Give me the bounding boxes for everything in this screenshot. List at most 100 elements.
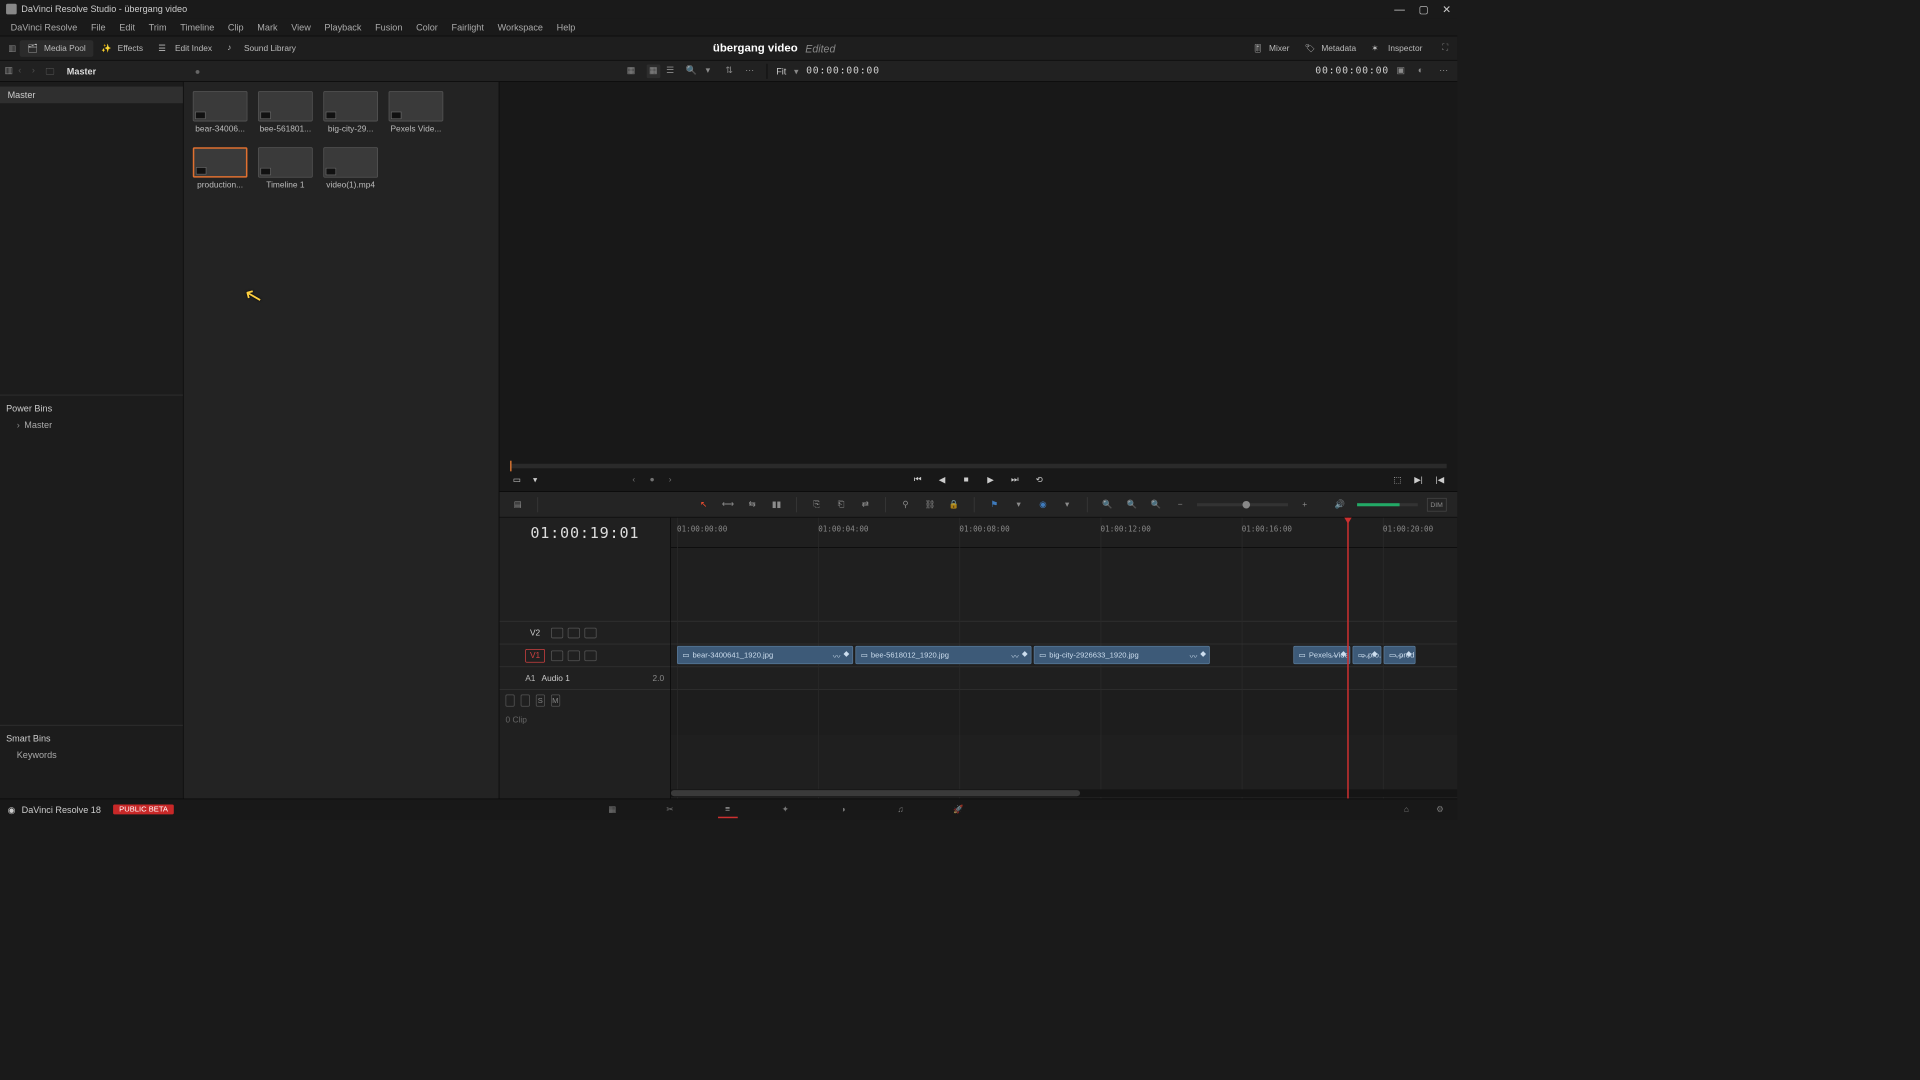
clip-thumbnail[interactable] (323, 91, 378, 121)
match-frame-icon[interactable]: ● (645, 473, 659, 487)
clip-thumbnail[interactable] (258, 91, 313, 121)
timeline-view-options-icon[interactable]: ▤ (510, 498, 525, 512)
loop-button[interactable]: ⟲ (1032, 473, 1046, 487)
page-edit-icon[interactable]: ≡ (718, 801, 738, 818)
more-icon[interactable]: ⋯ (745, 64, 759, 78)
clip-item[interactable]: bee-561801... (258, 91, 313, 134)
sound-library-button[interactable]: ♪ Sound Library (220, 40, 304, 57)
menu-playback[interactable]: Playback (318, 22, 367, 33)
flag-icon[interactable]: ⚑ (987, 498, 1002, 512)
dynamic-trim-icon[interactable]: ⇆ (745, 498, 760, 512)
play-button[interactable]: ▶ (984, 473, 998, 487)
first-frame-button[interactable]: ⏮ (911, 473, 925, 487)
playhead[interactable] (1347, 518, 1349, 799)
play-reverse-button[interactable]: ◀ (935, 473, 949, 487)
selection-tool-icon[interactable]: ↖ (696, 498, 711, 512)
v1-lock-icon[interactable] (551, 650, 563, 661)
menu-davinci[interactable]: DaVinci Resolve (5, 22, 84, 33)
zoom-full-icon[interactable]: 🔍 (1124, 498, 1139, 512)
v1-lane[interactable]: ▭bear-3400641_1920.jpg〰◆▭bee-5618012_192… (671, 644, 1457, 667)
clip-item[interactable]: Timeline 1 (258, 147, 313, 190)
clip-item[interactable]: production... (193, 147, 248, 190)
effects-button[interactable]: ✨ Effects (93, 40, 150, 57)
project-settings-icon[interactable]: ⚙ (1430, 801, 1450, 818)
menu-color[interactable]: Color (410, 22, 444, 33)
menu-fairlight[interactable]: Fairlight (445, 22, 490, 33)
menu-fusion[interactable]: Fusion (369, 22, 408, 33)
menu-file[interactable]: File (85, 22, 112, 33)
in-out-next-icon[interactable]: ▶| (1412, 473, 1426, 487)
viewer-more-icon[interactable]: ⋯ (1439, 64, 1453, 78)
zoom-in-icon[interactable]: + (1297, 498, 1312, 512)
power-bins-title[interactable]: Power Bins (6, 400, 177, 417)
stop-button[interactable]: ■ (959, 473, 973, 487)
next-edit-icon[interactable]: › (663, 473, 677, 487)
clip-item[interactable]: Pexels Vide... (389, 91, 444, 134)
viewer-fit-dropdown-icon[interactable]: ▾ (794, 66, 799, 77)
marker-dropdown-icon[interactable]: ▾ (1060, 498, 1075, 512)
v1-disable-icon[interactable] (584, 650, 596, 661)
minimize-button[interactable]: — (1394, 3, 1405, 16)
viewer-mode-dropdown-icon[interactable]: ▾ (528, 473, 542, 487)
clip-item[interactable]: big-city-29... (323, 91, 378, 134)
media-pool-grid[interactable]: bear-34006...bee-561801...big-city-29...… (184, 82, 500, 798)
menu-mark[interactable]: Mark (251, 22, 283, 33)
timeline-clip[interactable]: ▭Pexels Vide...〰◆ (1293, 646, 1350, 664)
v1-auto-icon[interactable] (568, 650, 580, 661)
clip-thumbnail[interactable] (323, 147, 378, 177)
overwrite-clip-icon[interactable]: ⎗ (833, 498, 848, 512)
search-dropdown-icon[interactable]: ▾ (706, 64, 720, 78)
blade-tool-icon[interactable]: ▮▮ (769, 498, 784, 512)
menu-edit[interactable]: Edit (113, 22, 141, 33)
track-header-v2[interactable]: V2 (499, 621, 670, 644)
timeline-clip[interactable]: ▭prod...〰◆ (1384, 646, 1416, 664)
search-icon[interactable]: 🔍 (686, 64, 700, 78)
last-frame-button[interactable]: ⏭ (1008, 473, 1022, 487)
timeline-clip[interactable]: ▭pro...〰◆ (1353, 646, 1382, 664)
in-out-prev-icon[interactable]: |◀ (1433, 473, 1447, 487)
volume-slider[interactable] (1357, 503, 1418, 506)
viewer-fit-label[interactable]: Fit (776, 66, 786, 77)
timeline-timecode[interactable]: 01:00:19:01 (499, 518, 670, 548)
track-label-v1[interactable]: V1 (525, 649, 545, 663)
lock-icon[interactable]: 🔒 (946, 498, 961, 512)
nav-fwd-icon[interactable]: › (32, 64, 46, 78)
link-icon[interactable]: ⛓ (922, 498, 937, 512)
page-fairlight-icon[interactable]: ♫ (891, 801, 911, 818)
timeline-clip[interactable]: ▭bee-5618012_1920.jpg〰◆ (855, 646, 1031, 664)
bin-master[interactable]: Master (0, 87, 183, 104)
sort-icon[interactable]: ⇅ (725, 64, 739, 78)
replace-clip-icon[interactable]: ⇄ (858, 498, 873, 512)
edit-index-button[interactable]: ☰ Edit Index (151, 40, 220, 57)
maximize-button[interactable]: ▢ (1419, 3, 1429, 16)
page-media-icon[interactable]: ▦ (602, 801, 622, 818)
viewer-mode-icon[interactable]: ▭ (510, 473, 524, 487)
view-thumb-icon[interactable]: ▦ (646, 64, 660, 78)
insert-clip-icon[interactable]: ⎘ (809, 498, 824, 512)
bin-list-toggle-icon[interactable]: ▥ (5, 64, 19, 78)
track-header-a1[interactable]: A1 Audio 1 2.0 (499, 666, 670, 689)
media-pool-button[interactable]: 🗂 Media Pool (20, 40, 94, 57)
mixer-button[interactable]: 🎚 Mixer (1245, 40, 1297, 57)
menu-workspace[interactable]: Workspace (491, 22, 549, 33)
page-deliver-icon[interactable]: 🚀 (948, 801, 968, 818)
menu-clip[interactable]: Clip (222, 22, 250, 33)
timeline-clip[interactable]: ▭big-city-2926633_1920.jpg〰◆ (1034, 646, 1210, 664)
clip-thumbnail[interactable] (389, 91, 444, 121)
menu-timeline[interactable]: Timeline (174, 22, 220, 33)
inspector-button[interactable]: ✶ Inspector (1364, 40, 1430, 57)
layout-icon[interactable]: ▥ (5, 41, 20, 55)
v2-lane[interactable] (671, 621, 1457, 644)
a1-lock-icon[interactable] (505, 694, 514, 706)
breadcrumb[interactable]: Master (59, 66, 104, 77)
smart-bins-title[interactable]: Smart Bins (6, 730, 177, 747)
track-label-a1[interactable]: A1 (525, 674, 535, 683)
page-cut-icon[interactable]: ✂ (660, 801, 680, 818)
clip-thumbnail[interactable] (193, 91, 248, 121)
timeline-ruler[interactable]: 01:00:00:0001:00:04:0001:00:08:0001:00:1… (671, 518, 1457, 548)
trim-tool-icon[interactable]: ⟷ (720, 498, 735, 512)
smart-bins-keywords[interactable]: Keywords (6, 747, 177, 764)
home-icon[interactable]: ⌂ (1397, 801, 1417, 818)
zoom-detail-icon[interactable]: 🔍 (1100, 498, 1115, 512)
track-label-v2[interactable]: V2 (525, 627, 545, 639)
